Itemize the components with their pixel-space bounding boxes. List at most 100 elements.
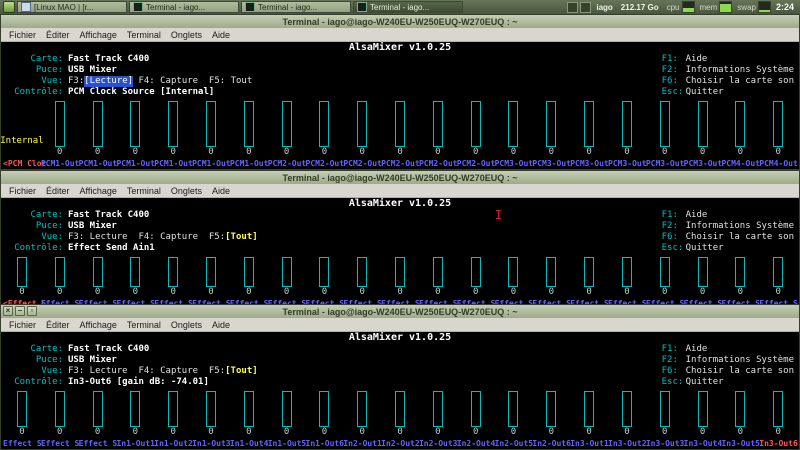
taskbar-button-terminal-1[interactable]: Terminal - iago... xyxy=(129,1,239,13)
taskbar-button-linuxmao[interactable]: [Linux MAO | [r... xyxy=(17,1,127,13)
menu-editer[interactable]: Éditer xyxy=(41,320,75,330)
menu-affichage[interactable]: Affichage xyxy=(75,320,122,330)
menu-editer[interactable]: Éditer xyxy=(41,30,75,40)
channel-value: 0 xyxy=(381,287,419,298)
mixer-channel: 0 Effect S xyxy=(532,254,570,309)
taskbar-button-label: Terminal - iago... xyxy=(370,3,429,12)
titlebar[interactable]: × – ▫ Terminal - iago@iago-W240EU-W250EU… xyxy=(1,305,799,318)
help-text: Informations Système xyxy=(686,221,794,231)
mixer-info: Carte:Fast Track C400 Puce:USB Mixer Vue… xyxy=(1,54,799,98)
menu-fichier[interactable]: Fichier xyxy=(4,320,41,330)
channel-value: 0 xyxy=(116,427,154,438)
volume-bar-zone xyxy=(381,254,419,287)
terminal-content[interactable]: AlsaMixer v1.0.25 Carte:Fast Track C400 … xyxy=(1,198,799,309)
taskbar-button-terminal-3[interactable]: Terminal - iago... xyxy=(353,1,463,13)
mem-monitor-graph xyxy=(719,1,732,13)
channel-label: PCM3-Out xyxy=(532,158,570,169)
mixer-channel: 0 PCM3-Out xyxy=(608,98,646,169)
menu-affichage[interactable]: Affichage xyxy=(75,186,122,196)
channel-value: 0 xyxy=(79,427,117,438)
volume-bar xyxy=(546,257,556,287)
minimize-button[interactable]: – xyxy=(15,306,25,316)
menu-affichage[interactable]: Affichage xyxy=(75,30,122,40)
volume-bar-zone xyxy=(230,98,268,147)
mixer-channel: 0 Effect S xyxy=(381,254,419,309)
mixer-channel: 0 In1-Out5 xyxy=(268,388,306,449)
menu-aide[interactable]: Aide xyxy=(207,30,235,40)
help-key: Esc: xyxy=(662,377,686,388)
volume-bar-zone xyxy=(721,254,759,287)
terminal-content[interactable]: AlsaMixer v1.0.25 Carte:Fast Track C400 … xyxy=(1,42,799,169)
menu-fichier[interactable]: Fichier xyxy=(4,186,41,196)
help-text: Quitter xyxy=(686,377,724,387)
tray-icon[interactable] xyxy=(580,2,591,13)
menu-onglets[interactable]: Onglets xyxy=(166,320,207,330)
channel-label: PCM1-Out xyxy=(154,158,192,169)
chip-value: USB Mixer xyxy=(68,65,117,76)
close-button[interactable]: × xyxy=(3,306,13,316)
mixer-channel: 0 Effect S xyxy=(3,388,41,449)
mixer-channel: 0 Effect S xyxy=(759,254,797,309)
channel-label: PCM2-Out xyxy=(419,158,457,169)
mixer-channel: 0 PCM2-Out xyxy=(457,98,495,169)
volume-bar-zone xyxy=(268,388,306,427)
menu-terminal[interactable]: Terminal xyxy=(122,186,166,196)
menu-aide[interactable]: Aide xyxy=(207,186,235,196)
channel-value: 0 xyxy=(646,427,684,438)
mixer-channel: 0 In1-Out3 xyxy=(192,388,230,449)
mixer-channel: 0 PCM2-Out xyxy=(419,98,457,169)
titlebar[interactable]: Terminal - iago@iago-W240EU-W250EUQ-W270… xyxy=(1,171,799,184)
menu-terminal[interactable]: Terminal xyxy=(122,320,166,330)
help-key: Esc: xyxy=(662,87,686,98)
menu-onglets[interactable]: Onglets xyxy=(166,30,207,40)
mixer-channel: 0 Effect S xyxy=(41,254,79,309)
help-key: F6: xyxy=(662,76,686,87)
channel-value: 0 xyxy=(192,427,230,438)
channel-value xyxy=(3,147,41,158)
taskbar-button-label: Terminal - iago... xyxy=(258,3,317,12)
mixer-channel: 0 Effect S xyxy=(721,254,759,309)
terminal-content[interactable]: AlsaMixer v1.0.25 Carte:Fast Track C400 … xyxy=(1,332,799,449)
channel-value: 0 xyxy=(532,147,570,158)
volume-bar-zone xyxy=(646,254,684,287)
channel-value: 0 xyxy=(570,427,608,438)
channel-label: PCM2-Out xyxy=(306,158,344,169)
channel-value: 0 xyxy=(759,427,797,438)
volume-bar-zone xyxy=(41,254,79,287)
taskbar-button-terminal-2[interactable]: Terminal - iago... xyxy=(241,1,351,13)
tray-icon[interactable] xyxy=(567,2,578,13)
channel-label: In2-Out2 xyxy=(381,438,419,449)
help-panel: F1:Aide F2:Informations Système F6:Chois… xyxy=(662,344,794,388)
menubar: Fichier Éditer Affichage Terminal Onglet… xyxy=(1,318,799,332)
menu-terminal[interactable]: Terminal xyxy=(122,30,166,40)
channel-label: PCM3-Out xyxy=(608,158,646,169)
volume-bar xyxy=(357,257,367,287)
volume-bar xyxy=(168,257,178,287)
menubar: Fichier Éditer Affichage Terminal Onglet… xyxy=(1,28,799,42)
channel-value: 0 xyxy=(684,427,722,438)
volume-bar-zone xyxy=(192,254,230,287)
enum-value: Internal xyxy=(1,136,44,147)
menu-editer[interactable]: Éditer xyxy=(41,186,75,196)
channel-value: 0 xyxy=(646,287,684,298)
card-label: Carte: xyxy=(1,210,68,221)
volume-bar-zone xyxy=(419,388,457,427)
channel-value: 0 xyxy=(381,427,419,438)
channel-label: PCM3-Out xyxy=(684,158,722,169)
volume-bar-zone xyxy=(116,98,154,147)
volume-bar-zone xyxy=(646,388,684,427)
mixer-channel: 0 In1-Out2 xyxy=(154,388,192,449)
help-key: F1: xyxy=(662,344,686,355)
menu-fichier[interactable]: Fichier xyxy=(4,30,41,40)
mixer-channel: 0 In3-Out5 xyxy=(721,388,759,449)
mixer-channel: Internal <PCM Cloc xyxy=(3,98,41,169)
menu-aide[interactable]: Aide xyxy=(207,320,235,330)
menu-onglets[interactable]: Onglets xyxy=(166,186,207,196)
help-text: Quitter xyxy=(686,243,724,253)
clock[interactable]: 2:24 xyxy=(773,2,797,12)
titlebar[interactable]: Terminal - iago@iago-W240EU-W250EUQ-W270… xyxy=(1,15,799,28)
volume-bar-zone: Internal xyxy=(3,98,41,147)
applications-menu-icon[interactable] xyxy=(3,1,15,13)
maximize-button[interactable]: ▫ xyxy=(27,306,37,316)
channel-value: 0 xyxy=(608,147,646,158)
